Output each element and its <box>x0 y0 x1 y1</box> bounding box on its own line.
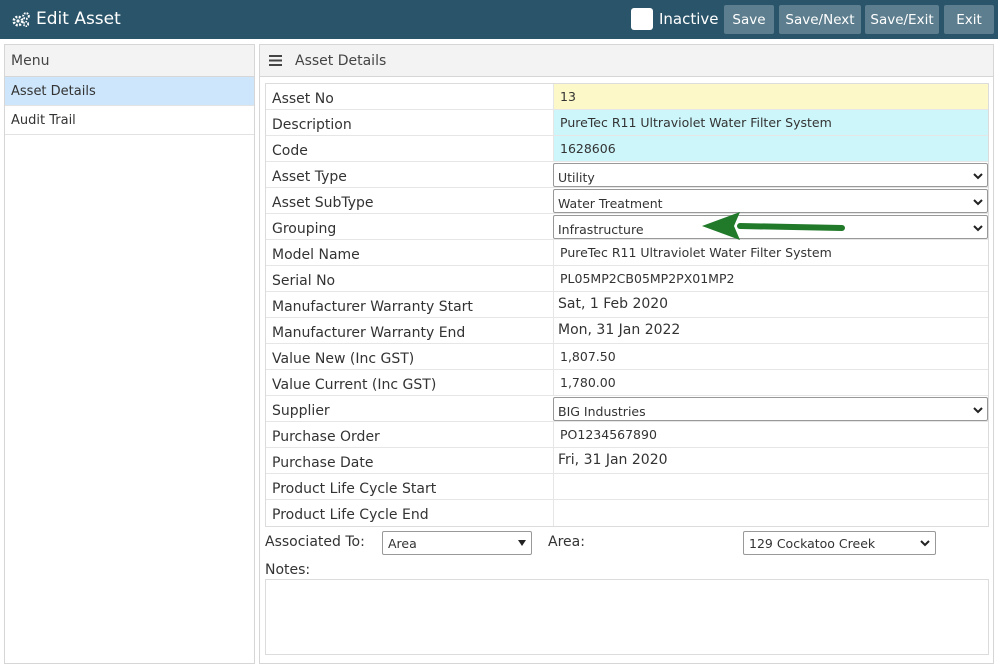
details-title: Asset Details <box>295 52 387 69</box>
form-row-value-current: Value Current (Inc GST) 1,780.00 <box>266 370 988 396</box>
notes-label: Notes: <box>265 562 311 578</box>
form-row-value-new: Value New (Inc GST) 1,807.50 <box>266 344 988 370</box>
form-row-plc-start: Product Life Cycle Start <box>266 474 988 500</box>
warranty-start-date[interactable]: Sat, 1 Feb 2020 <box>553 292 988 317</box>
form-row-asset-no: Asset No 13 <box>266 84 988 110</box>
purchase-date-field[interactable]: Fri, 31 Jan 2020 <box>553 448 988 473</box>
form-row-plc-end: Product Life Cycle End <box>266 500 988 526</box>
form-row-asset-type: Asset Type Utility <box>266 162 988 188</box>
description-field[interactable]: PureTec R11 Ultraviolet Water Filter Sys… <box>553 110 988 135</box>
field-label: Product Life Cycle End <box>272 507 429 523</box>
form-row-purchase-date: Purchase Date Fri, 31 Jan 2020 <box>266 448 988 474</box>
menu-item-asset-details[interactable]: Asset Details <box>5 77 254 106</box>
asset-type-select[interactable]: Utility <box>553 163 988 187</box>
field-label: Product Life Cycle Start <box>272 480 437 497</box>
associated-to-label: Associated To: <box>265 534 365 550</box>
field-label: Asset SubType <box>272 194 374 211</box>
save-button[interactable]: Save <box>724 5 774 34</box>
form-row-serial-no: Serial No PL05MP2CB05MP2PX01MP2 <box>266 266 988 292</box>
chevron-down-icon <box>973 225 983 232</box>
menu-panel: Menu Asset Details Audit Trail <box>4 44 255 664</box>
menu-item-audit-trail[interactable]: Audit Trail <box>5 106 254 135</box>
form-row-code: Code 1628606 <box>266 136 988 162</box>
form-row-warranty-start: Manufacturer Warranty Start Sat, 1 Feb 2… <box>266 292 988 318</box>
field-label: Serial No <box>272 272 336 289</box>
select-value: Infrastructure <box>558 222 644 237</box>
field-label: Purchase Order <box>272 428 380 445</box>
field-label: Purchase Date <box>272 454 374 471</box>
field-label: Manufacturer Warranty Start <box>272 298 473 315</box>
save-next-button[interactable]: Save/Next <box>779 5 861 34</box>
menu-header: Menu <box>5 45 254 77</box>
field-label: Model Name <box>272 246 360 263</box>
model-name-field[interactable]: PureTec R11 Ultraviolet Water Filter Sys… <box>553 240 988 265</box>
warranty-end-date[interactable]: Mon, 31 Jan 2022 <box>553 318 988 343</box>
save-exit-button[interactable]: Save/Exit <box>865 5 939 34</box>
notes-textarea[interactable] <box>265 579 989 655</box>
value-current-field[interactable]: 1,780.00 <box>553 370 988 395</box>
serial-no-field[interactable]: PL05MP2CB05MP2PX01MP2 <box>553 266 988 291</box>
plc-start-field[interactable] <box>553 474 988 499</box>
cogs-icon <box>12 11 30 27</box>
association-row: Associated To: Area Area: 129 Cockatoo C… <box>265 531 989 555</box>
chevron-down-icon <box>973 407 983 414</box>
field-label: Description <box>272 116 352 133</box>
chevron-down-icon <box>973 199 983 206</box>
select-value: Utility <box>558 170 595 185</box>
field-label: Manufacturer Warranty End <box>272 324 466 341</box>
field-label: Grouping <box>272 220 337 237</box>
purchase-order-field[interactable]: PO1234567890 <box>553 422 988 447</box>
inactive-checkbox[interactable] <box>631 8 653 30</box>
details-header: Asset Details <box>260 45 993 77</box>
inactive-label: Inactive <box>659 10 719 28</box>
field-label: Asset Type <box>272 168 347 185</box>
chevron-down-icon <box>973 173 983 180</box>
field-label: Value New (Inc GST) <box>272 350 415 367</box>
area-select[interactable]: 129 Cockatoo Creek <box>743 531 936 555</box>
field-label: Supplier <box>272 402 330 419</box>
form-row-grouping: Grouping Infrastructure <box>266 214 988 240</box>
area-label: Area: <box>548 534 585 550</box>
chevron-down-icon <box>920 539 930 546</box>
code-field[interactable]: 1628606 <box>553 136 988 161</box>
field-label: Code <box>272 142 308 159</box>
field-label: Asset No <box>272 90 334 107</box>
form-row-purchase-order: Purchase Order PO1234567890 <box>266 422 988 448</box>
asset-no-value: 13 <box>553 84 988 109</box>
top-bar: Edit Asset Inactive Save Save/Next Save/… <box>0 0 998 39</box>
form-row-description: Description PureTec R11 Ultraviolet Wate… <box>266 110 988 136</box>
caret-down-icon <box>518 540 526 546</box>
app-title: Edit Asset <box>12 8 121 30</box>
select-value: Water Treatment <box>558 196 663 211</box>
select-value: BIG Industries <box>558 404 646 419</box>
select-cell: Utility <box>553 162 988 187</box>
supplier-select[interactable]: BIG Industries <box>553 397 988 421</box>
form-row-model-name: Model Name PureTec R11 Ultraviolet Water… <box>266 240 988 266</box>
select-value: 129 Cockatoo Creek <box>749 535 876 551</box>
field-label: Value Current (Inc GST) <box>272 376 437 393</box>
annotation-arrow-icon <box>702 212 845 240</box>
form-row-supplier: Supplier BIG Industries <box>266 396 988 422</box>
associated-to-select[interactable]: Area <box>382 531 532 555</box>
inactive-toggle[interactable]: Inactive <box>631 7 719 31</box>
asset-details-panel: Asset Details Asset No 13 Description Pu… <box>259 44 994 664</box>
plc-end-field[interactable] <box>553 500 988 526</box>
form-row-warranty-end: Manufacturer Warranty End Mon, 31 Jan 20… <box>266 318 988 344</box>
select-cell: BIG Industries <box>553 396 988 421</box>
select-value: Area <box>388 535 417 551</box>
value-new-field[interactable]: 1,807.50 <box>553 344 988 369</box>
form-row-asset-subtype: Asset SubType Water Treatment <box>266 188 988 214</box>
hamburger-menu-icon[interactable] <box>269 55 282 66</box>
page-title: Edit Asset <box>36 9 121 29</box>
exit-button[interactable]: Exit <box>944 5 994 34</box>
asset-form: Asset No 13 Description PureTec R11 Ultr… <box>265 83 989 527</box>
